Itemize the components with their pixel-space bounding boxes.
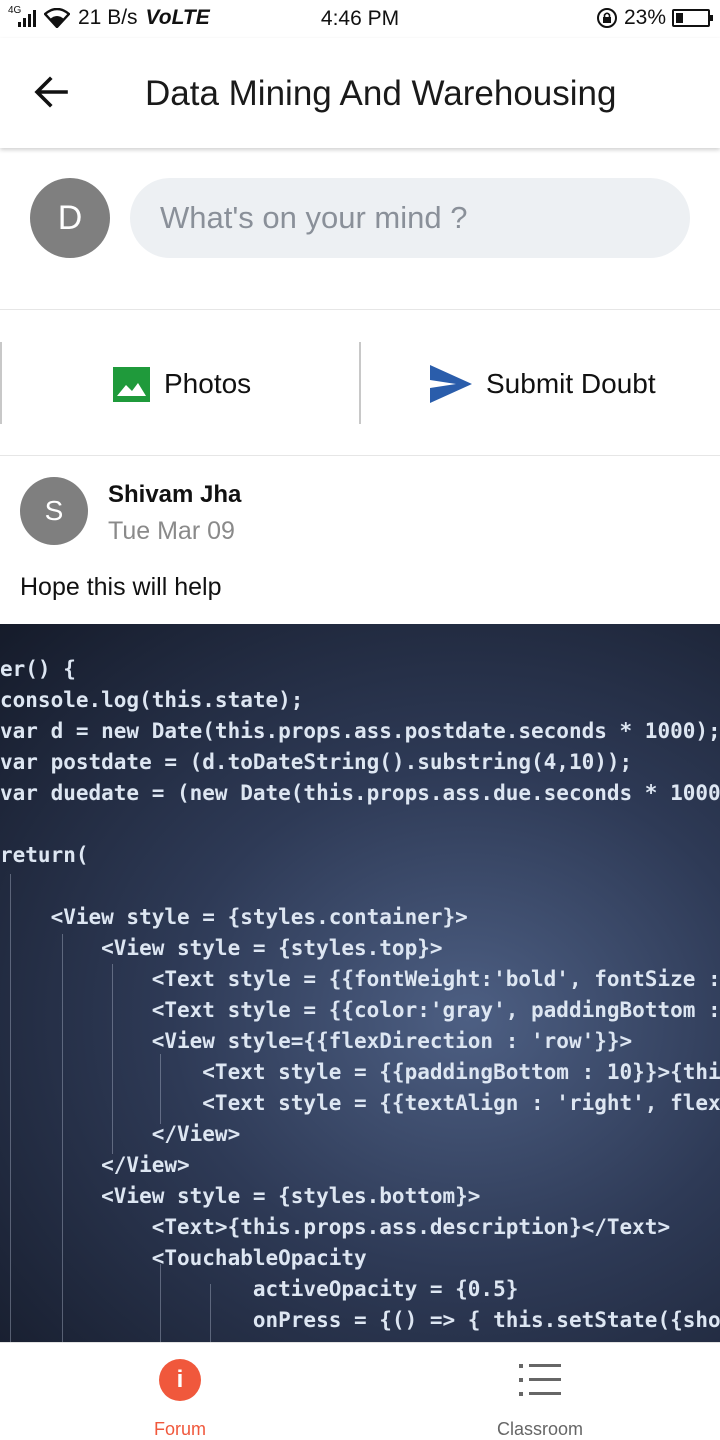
nav-forum[interactable]: i Forum [0,1343,360,1440]
code-screenshot-text: er() { console.log(this.state); var d = ne… [0,654,720,1336]
code-line: activeOpacity = {0.5} [0,1277,519,1301]
code-line: onPress = {() => { this.setState({sho [0,1308,720,1332]
battery-fill [676,13,683,23]
code-line: <TouchableOpacity [0,1246,367,1270]
battery-percent: 23% [623,6,666,29]
status-right: 23% [596,6,713,30]
code-line: </View> [0,1122,241,1146]
left-edge-divider [0,342,2,424]
battery-icon [672,9,713,27]
forum-post: S Shivam Jha Tue Mar 09 Hope this will h… [0,457,720,1342]
author-name[interactable]: Shivam Jha [108,481,241,509]
post-image[interactable]: er() { console.log(this.state); var d = ne… [0,624,720,1342]
post-text: Hope this will help [20,573,222,601]
actions-divider [359,342,361,424]
status-bar: 4G 21 B/s VoLTE 4:46 PM 23% [0,0,720,38]
code-line: <Text>{this.props.ass.description}</Text… [0,1215,671,1239]
code-line: <View style={{flexDirection : 'row'}}> [0,1029,633,1053]
code-line: console.log(this.state); [0,688,304,712]
whats-on-your-mind-input[interactable] [130,178,690,258]
submit-doubt-label: Submit Doubt [486,368,656,399]
back-button[interactable] [30,70,74,114]
code-line: var duedate = (new Date(this.props.ass.d… [0,781,720,805]
author-avatar[interactable]: S [20,477,88,545]
user-avatar[interactable]: D [30,178,110,258]
nav-classroom[interactable]: Classroom [360,1343,720,1440]
send-icon [430,365,472,403]
code-line: <Text style = {{textAlign : 'right', fle… [0,1091,720,1115]
code-line: er() { [0,657,76,681]
post-composer: D [0,150,720,310]
bottom-navigation: i Forum Classroom [0,1342,720,1440]
post-actions: Photos Submit Doubt [0,312,720,456]
code-line: return( [0,843,89,867]
nav-forum-label: Forum [153,1419,206,1439]
code-line: </View> [0,1153,190,1177]
code-line: <View style = {styles.container}> [0,905,468,929]
page-title: Data Mining And Warehousing [145,74,617,113]
forum-info-icon: i [159,1359,201,1401]
code-line: var postdate = (d.toDateString().substri… [0,750,633,774]
rotation-lock-icon [596,8,617,28]
nav-classroom-label: Classroom [496,1419,584,1439]
list-icon [519,1364,561,1396]
arrow-left-icon [34,76,68,108]
photos-button[interactable]: Photos [113,352,251,416]
submit-doubt-button[interactable]: Submit Doubt [430,352,656,416]
code-line: <Text style = {{color:'gray', paddingBot… [0,998,720,1022]
app-bar: Data Mining And Warehousing [0,38,720,148]
code-line: var d = new Date(this.props.ass.postdate… [0,719,720,743]
post-date: Tue Mar 09 [108,517,235,545]
code-line: <View style = {styles.bottom}> [0,1184,481,1208]
code-line: <Text style = {{fontWeight:'bold', fontS… [0,967,720,991]
image-icon [113,366,150,402]
code-line: <View style = {styles.top}> [0,936,443,960]
code-line: <Text style = {{paddingBottom : 10}}>{th… [0,1060,720,1084]
photos-label: Photos [164,368,252,399]
